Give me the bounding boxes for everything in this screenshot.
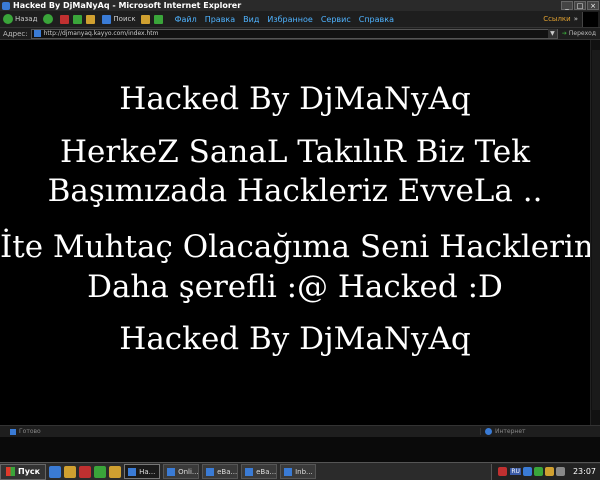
task-label: Inb... bbox=[295, 467, 313, 476]
messenger-quicklaunch-icon[interactable] bbox=[94, 465, 107, 478]
tray-app-icon[interactable] bbox=[498, 467, 508, 476]
windows-logo-icon bbox=[6, 467, 15, 476]
page-content: Hacked By DjMaNyAq HerkeZ SanaL TakılıR … bbox=[0, 40, 590, 425]
scrollbar-thumb[interactable] bbox=[592, 50, 600, 410]
start-label: Пуск bbox=[18, 467, 41, 476]
status-page-icon bbox=[10, 428, 16, 435]
ie-icon bbox=[167, 467, 176, 476]
links-label: Ссылки bbox=[543, 15, 571, 23]
title-bar: Hacked By DjMaNyAq - Microsoft Internet … bbox=[0, 0, 600, 11]
taskbar: Пуск Ha... Onli... eBa... eBa... Inb... … bbox=[0, 462, 600, 480]
back-label: Назад bbox=[15, 15, 38, 23]
links-button[interactable]: Ссылки » bbox=[543, 15, 582, 23]
page-line-5: Daha şerefli :@ Hacked :D bbox=[87, 269, 503, 305]
status-zone: Интернет bbox=[480, 428, 600, 435]
status-bar: Готово Интернет bbox=[0, 425, 600, 437]
search-icon bbox=[102, 14, 112, 24]
chevron-down-icon[interactable]: ▼ bbox=[547, 29, 557, 38]
messenger-icon[interactable] bbox=[533, 467, 543, 476]
clock[interactable]: 23:07 bbox=[573, 467, 596, 476]
address-label: Адрес: bbox=[3, 29, 28, 38]
back-button[interactable]: Назад bbox=[0, 12, 40, 27]
back-arrow-icon bbox=[3, 14, 13, 24]
menu-bar: Файл Правка Вид Избранное Сервис Справка bbox=[171, 15, 398, 24]
close-button[interactable]: × bbox=[587, 1, 599, 10]
search-label: Поиск bbox=[113, 15, 136, 23]
menu-help[interactable]: Справка bbox=[355, 15, 398, 24]
forward-button[interactable] bbox=[40, 12, 58, 27]
minimize-button[interactable]: _ bbox=[561, 1, 573, 10]
chevron-right-icon: » bbox=[573, 15, 578, 23]
task-button-ie[interactable]: Ha... bbox=[124, 464, 161, 479]
toolbar: Назад Поиск Файл Правка Вид Избранное Се… bbox=[0, 11, 600, 28]
ie-icon bbox=[245, 467, 254, 476]
system-tray: RU 23:07 bbox=[491, 463, 600, 480]
ie-quicklaunch-icon[interactable] bbox=[49, 465, 62, 478]
home-icon[interactable] bbox=[86, 14, 96, 24]
ie-icon bbox=[128, 467, 137, 476]
vertical-scrollbar[interactable] bbox=[590, 40, 600, 425]
media-icon[interactable] bbox=[153, 14, 163, 24]
folder-quicklaunch-icon[interactable] bbox=[64, 465, 77, 478]
tray-misc-icon[interactable] bbox=[555, 467, 565, 476]
mail-quicklaunch-icon[interactable] bbox=[109, 465, 122, 478]
window-title: Hacked By DjMaNyAq - Microsoft Internet … bbox=[13, 1, 242, 10]
search-button[interactable]: Поиск bbox=[97, 12, 138, 27]
volume-icon[interactable] bbox=[544, 467, 554, 476]
desktop-strip bbox=[0, 437, 600, 462]
language-indicator[interactable]: RU bbox=[510, 468, 521, 475]
page-line-3: Başımızada Hackleriz EvveLa .. bbox=[47, 173, 543, 209]
network-icon[interactable] bbox=[522, 467, 532, 476]
menu-edit[interactable]: Правка bbox=[201, 15, 239, 24]
stop-icon[interactable] bbox=[60, 14, 70, 24]
address-bar: Адрес: ▼ ➔ Переход bbox=[0, 28, 600, 40]
favorites-icon[interactable] bbox=[140, 14, 150, 24]
menu-favorites[interactable]: Избранное bbox=[263, 15, 316, 24]
status-text: Готово bbox=[19, 428, 41, 435]
task-button-inbox[interactable]: Inb... bbox=[280, 464, 317, 479]
address-input[interactable] bbox=[43, 30, 548, 37]
status-text-area: Готово bbox=[0, 428, 480, 435]
go-button[interactable]: ➔ Переход bbox=[558, 30, 600, 37]
task-button-online[interactable]: Onli... bbox=[163, 464, 200, 479]
forward-arrow-icon bbox=[43, 14, 54, 24]
page-line-1: Hacked By DjMaNyAq bbox=[119, 81, 471, 117]
menu-file[interactable]: Файл bbox=[171, 15, 201, 24]
task-label: Ha... bbox=[139, 467, 156, 476]
task-label: eBa... bbox=[217, 467, 238, 476]
maximize-button[interactable]: □ bbox=[574, 1, 586, 10]
go-arrow-icon: ➔ bbox=[561, 30, 567, 37]
windows-logo-icon bbox=[582, 11, 598, 27]
page-line-4: İte Muhtaç Olacağıma Seni Hacklerim bbox=[0, 229, 590, 265]
task-button-ebay-2[interactable]: eBa... bbox=[241, 464, 278, 479]
menu-tools[interactable]: Сервис bbox=[317, 15, 355, 24]
page-line-2: HerkeZ SanaL TakılıR Biz Tek bbox=[59, 134, 531, 170]
zone-label: Интернет bbox=[495, 428, 526, 435]
task-button-ebay-1[interactable]: eBa... bbox=[202, 464, 239, 479]
mail-icon bbox=[284, 467, 293, 476]
task-label: Onli... bbox=[178, 467, 199, 476]
page-line-6: Hacked By DjMaNyAq bbox=[119, 321, 471, 357]
menu-view[interactable]: Вид bbox=[239, 15, 263, 24]
address-field[interactable]: ▼ bbox=[30, 28, 558, 39]
go-label: Переход bbox=[568, 30, 596, 37]
refresh-icon[interactable] bbox=[73, 14, 83, 24]
page-icon bbox=[33, 30, 41, 37]
task-label: eBa... bbox=[256, 467, 277, 476]
app-quicklaunch-icon[interactable] bbox=[79, 465, 92, 478]
globe-icon bbox=[485, 428, 492, 435]
ie-icon bbox=[206, 467, 215, 476]
ie-logo-icon bbox=[2, 1, 10, 10]
start-button[interactable]: Пуск bbox=[0, 463, 47, 480]
